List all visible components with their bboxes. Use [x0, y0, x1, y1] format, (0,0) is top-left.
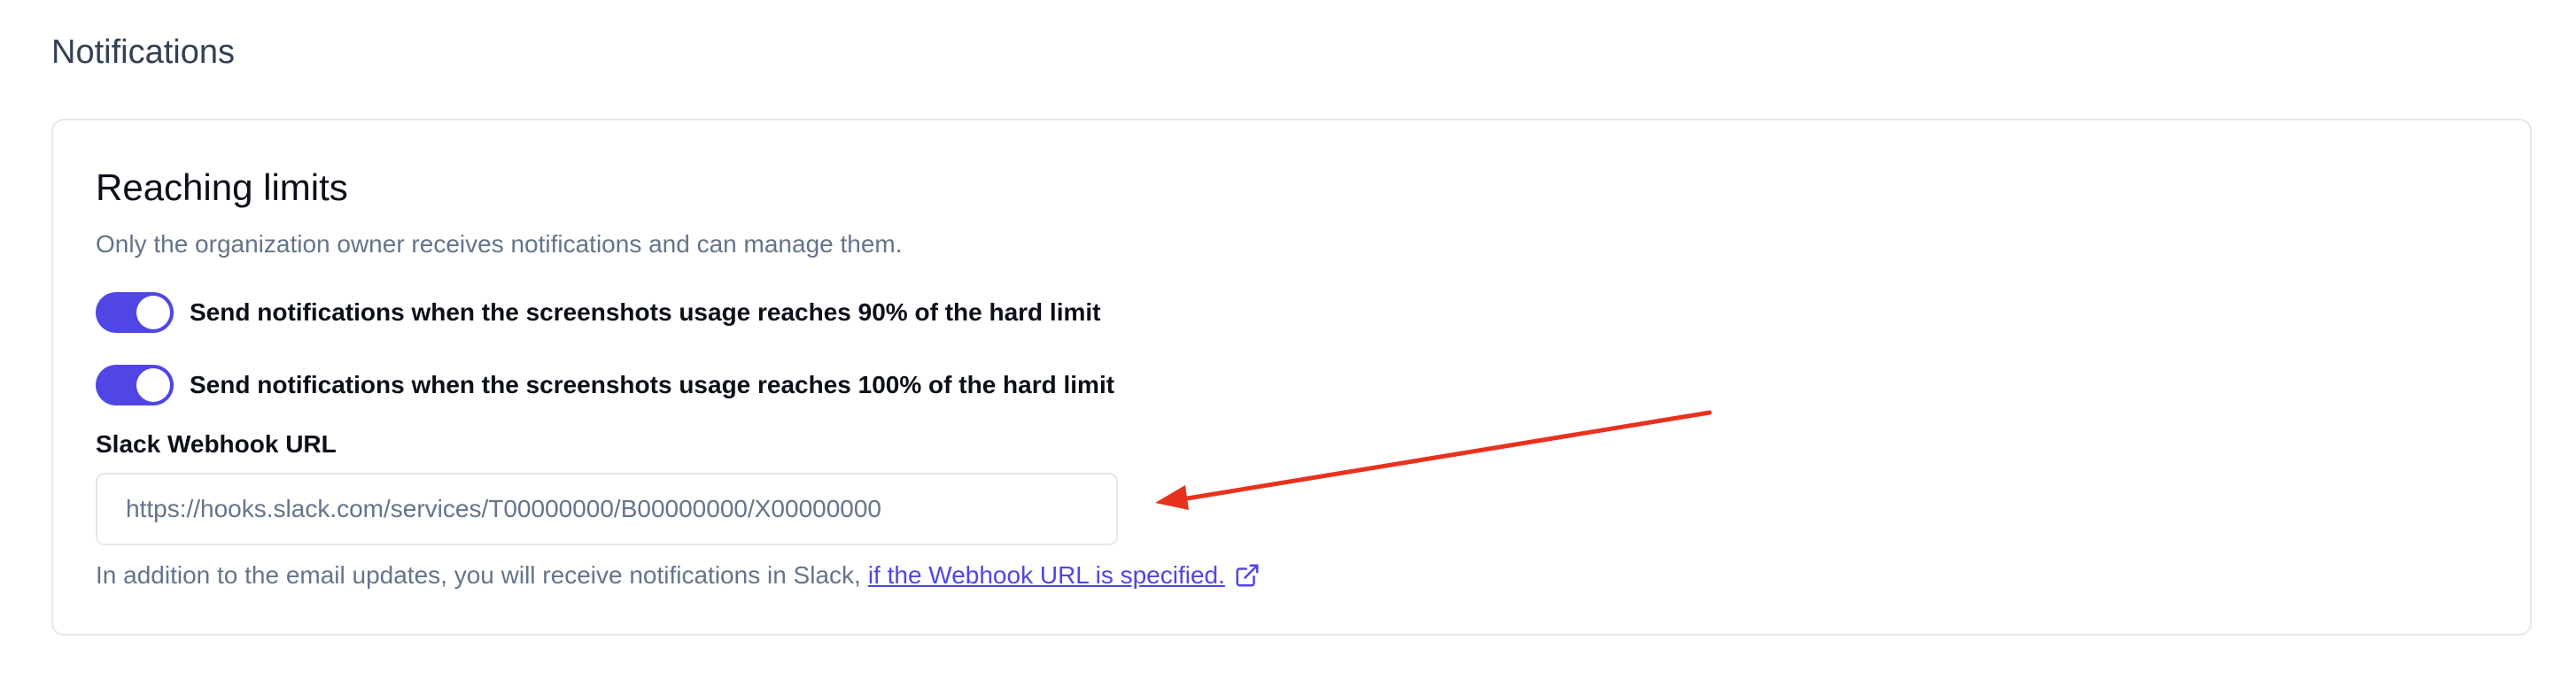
external-link-icon[interactable]	[1234, 562, 1261, 589]
toggle-knob	[136, 296, 170, 329]
toggle-row-100: Send notifications when the screenshots …	[96, 365, 1114, 405]
toggle-row-90: Send notifications when the screenshots …	[96, 292, 1100, 333]
toggle-90-percent[interactable]	[96, 292, 174, 333]
toggle-100-label: Send notifications when the screenshots …	[190, 371, 1115, 398]
webhook-label: Slack Webhook URL	[96, 430, 337, 458]
card-description: Only the organization owner receives not…	[96, 230, 903, 258]
webhook-url-input[interactable]	[96, 473, 1118, 545]
toggle-90-label: Send notifications when the screenshots …	[190, 298, 1101, 326]
webhook-help-text: In addition to the email updates, you wi…	[96, 560, 1261, 591]
toggle-knob	[136, 368, 170, 402]
section-title: Notifications	[51, 34, 235, 71]
annotation-arrow	[1155, 410, 1712, 510]
webhook-docs-link[interactable]: if the Webhook URL is specified.	[868, 560, 1225, 591]
toggle-100-percent[interactable]	[96, 365, 174, 405]
card-title: Reaching limits	[96, 166, 348, 208]
help-text-body: In addition to the email updates, you wi…	[96, 561, 861, 589]
reaching-limits-card: Reaching limits Only the organization ow…	[51, 119, 2532, 636]
